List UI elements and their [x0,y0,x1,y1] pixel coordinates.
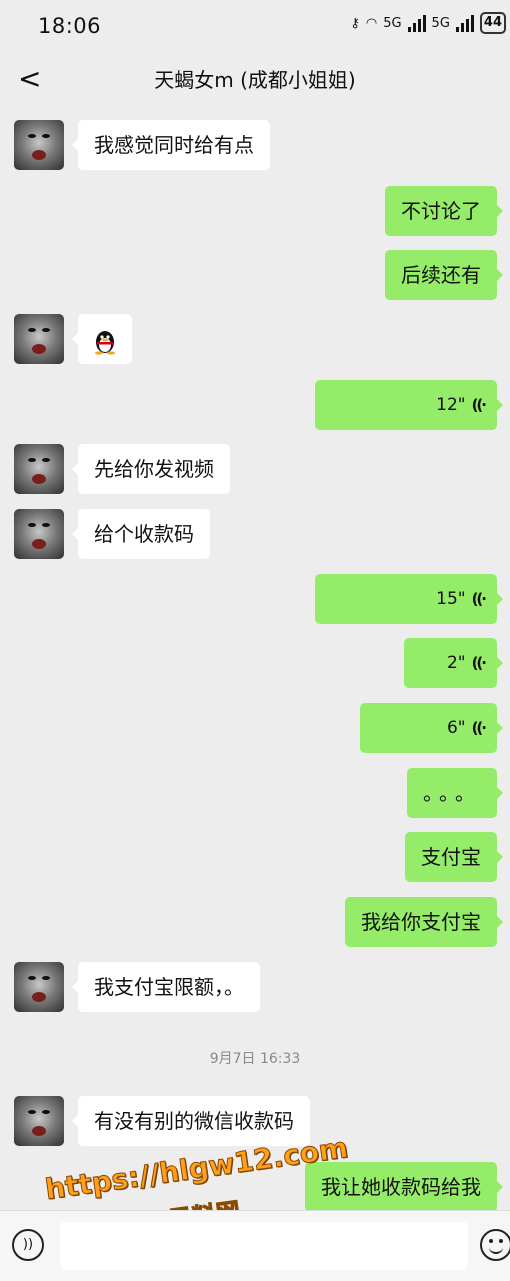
status-time: 18:06 [38,14,102,38]
contact-avatar[interactable] [14,962,64,1012]
voice-duration: 12" [436,395,466,415]
voice-message[interactable]: 12" ((· [315,380,503,430]
message-bubble[interactable]: 我让她收款码给我 [305,1162,503,1212]
chat-header: < 天蝎女m (成都小姐姐) [0,50,510,106]
message-bubble[interactable]: 有没有别的微信收款码 [72,1096,310,1146]
voice-message[interactable]: 2" ((· [404,638,503,688]
message-timestamp: 9月7日 16:33 [209,1051,301,1067]
voice-message[interactable]: 6" ((· [360,703,503,753]
message-bubble[interactable]: 我感觉同时给有点 [72,120,270,170]
message-list[interactable]: 我感觉同时给有点 不讨论了 后续还有 12" ((· 先给你发视频 给个收款码 [0,106,510,1212]
chat-title: 天蝎女m (成都小姐姐) [154,68,356,92]
contact-avatar[interactable] [14,444,64,494]
network-label-1: 5G [383,15,402,31]
sticker-bubble[interactable] [72,314,132,364]
voice-duration: 15" [436,589,466,609]
battery-indicator: 44 [479,12,506,34]
message-bubble[interactable]: 不讨论了 [385,186,503,236]
voice-wave-icon: ((· [471,654,487,672]
signal-icon [407,14,426,32]
message-bubble[interactable]: 给个收款码 [72,509,210,559]
voice-duration: 2" [446,653,466,673]
voice-wave-icon: ((· [471,590,487,608]
message-input[interactable] [60,1222,468,1270]
voice-duration: 6" [446,718,466,738]
message-bubble[interactable]: 支付宝 [405,832,503,882]
voice-input-icon[interactable]: )) [12,1229,44,1261]
voice-wave-icon: ((· [471,719,487,737]
network-label-2: 5G [431,15,450,31]
status-bar: 18:06 ⚷ ◠ 5G 5G 44 [0,0,510,50]
input-bar: )) [0,1210,510,1281]
message-bubble[interactable]: 先给你发视频 [72,444,230,494]
status-icons: ⚷ ◠ 5G 5G 44 [350,12,506,34]
message-bubble[interactable]: 后续还有 [385,250,503,300]
wifi-icon: ◠ [365,15,378,31]
emoji-icon[interactable] [480,1229,510,1261]
voice-wave-icon: ((· [471,396,487,414]
voice-message[interactable]: 15" ((· [315,574,503,624]
signal-icon-2 [455,14,474,32]
contact-avatar[interactable] [14,314,64,364]
message-bubble[interactable]: 。。。 [407,768,503,818]
contact-avatar[interactable] [14,509,64,559]
message-bubble[interactable]: 我支付宝限额，。 [72,962,260,1012]
key-icon: ⚷ [350,15,360,31]
contact-avatar[interactable] [14,1096,64,1146]
contact-avatar[interactable] [14,120,64,170]
qq-penguin-icon [95,331,115,355]
message-bubble[interactable]: 我给你支付宝 [345,897,503,947]
